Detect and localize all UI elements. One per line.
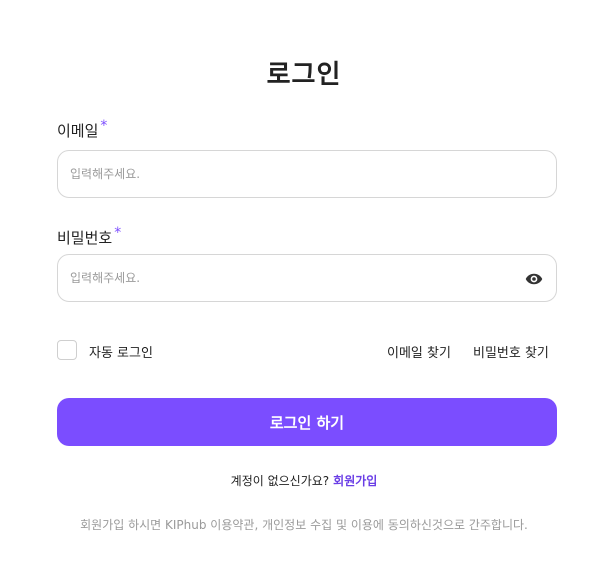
email-field-container [57, 150, 557, 198]
password-label: 비밀번호 * [57, 225, 122, 248]
email-field[interactable] [58, 151, 556, 197]
signup-prompt: 계정이 없으신가요? [230, 474, 330, 488]
password-required-mark: * [114, 225, 122, 241]
find-email-link[interactable]: 이메일 찾기 [387, 342, 451, 361]
eye-icon[interactable] [524, 270, 544, 288]
signup-row: 계정이 없으신가요? 회원가입 [0, 472, 608, 489]
email-label: 이메일 * [57, 118, 108, 141]
auto-login-checkbox[interactable] [57, 340, 77, 360]
find-password-link[interactable]: 비밀번호 찾기 [473, 342, 549, 361]
login-button[interactable]: 로그인 하기 [57, 398, 557, 446]
signup-link[interactable]: 회원가입 [333, 474, 377, 488]
auto-login-label[interactable]: 자동 로그인 [89, 342, 153, 361]
password-field[interactable] [58, 255, 556, 301]
email-label-text: 이메일 [57, 122, 99, 140]
login-options-row: 자동 로그인 이메일 찾기 비밀번호 찾기 [57, 340, 557, 361]
password-field-container [57, 254, 557, 302]
password-label-text: 비밀번호 [57, 229, 113, 247]
terms-notice: 회원가입 하시면 KIPhub 이용약관, 개인정보 수집 및 이용에 동의하신… [80, 518, 528, 532]
page-title: 로그인 [266, 60, 342, 90]
login-page: 로그인 이메일* 비밀번호* 자동 로그인 이메일 찾기 비밀번호 찾기 로그인… [0, 0, 608, 566]
email-required-mark: * [100, 118, 108, 134]
